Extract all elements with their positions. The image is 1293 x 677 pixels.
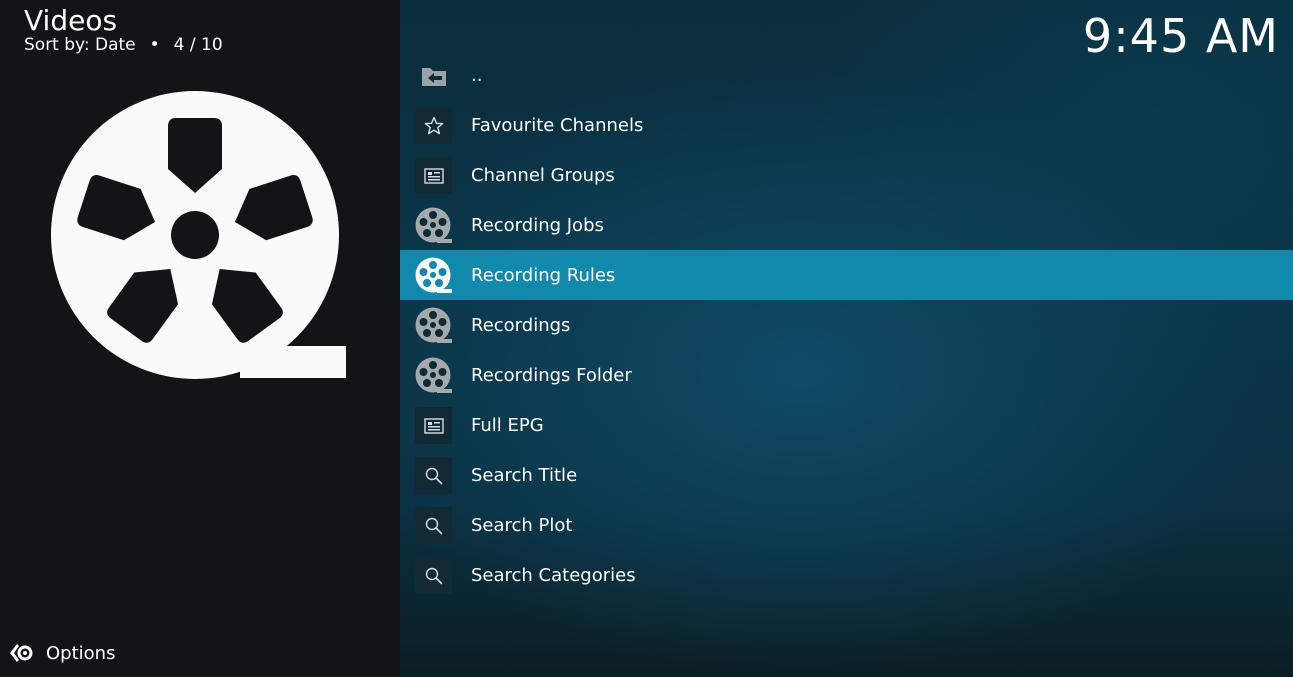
list-item-recordings[interactable]: Recordings xyxy=(400,300,1293,350)
kodi-screen: Videos Sort by: Date • 4 / 10 Options 9:… xyxy=(0,0,1293,677)
list-item-label: Full EPG xyxy=(471,414,544,436)
list-item-label: Recordings xyxy=(471,314,571,336)
media-list: .. Favourite Channels Channel Groups Rec… xyxy=(400,50,1293,600)
star-icon xyxy=(415,107,452,144)
separator-dot: • xyxy=(149,35,160,55)
epg-icon xyxy=(415,157,452,194)
options-gear-icon xyxy=(10,644,33,662)
item-position: 4 / 10 xyxy=(173,35,223,55)
list-item-recordings-folder[interactable]: Recordings Folder xyxy=(400,350,1293,400)
epg-icon xyxy=(415,407,452,444)
film-reel-icon xyxy=(415,357,452,394)
list-item-recording-jobs[interactable]: Recording Jobs xyxy=(400,200,1293,250)
list-item-search-categories[interactable]: Search Categories xyxy=(400,550,1293,600)
list-item-recording-rules[interactable]: Recording Rules xyxy=(400,250,1293,300)
film-reel-thumbnail-icon xyxy=(50,90,350,382)
list-item-label: Recordings Folder xyxy=(471,364,632,386)
list-item-label: Search Plot xyxy=(471,514,573,536)
right-panel: 9:45 AM .. Favourite Channels Channel Gr… xyxy=(400,0,1293,677)
list-item-search-plot[interactable]: Search Plot xyxy=(400,500,1293,550)
sort-info: Sort by: Date • 4 / 10 xyxy=(24,35,223,55)
list-item-label: Search Title xyxy=(471,464,578,486)
sort-label[interactable]: Sort by: Date xyxy=(24,35,136,55)
search-icon xyxy=(415,557,452,594)
list-item-favourite-channels[interactable]: Favourite Channels xyxy=(400,100,1293,150)
options-button[interactable]: Options xyxy=(8,640,115,666)
list-item-search-title[interactable]: Search Title xyxy=(400,450,1293,500)
list-item-label: .. xyxy=(471,64,483,86)
film-reel-icon xyxy=(415,257,452,294)
list-item-channel-groups[interactable]: Channel Groups xyxy=(400,150,1293,200)
list-item-full-epg[interactable]: Full EPG xyxy=(400,400,1293,450)
search-icon xyxy=(415,457,452,494)
list-item-parent-folder[interactable]: .. xyxy=(400,50,1293,100)
list-item-label: Recording Jobs xyxy=(471,214,604,236)
options-label: Options xyxy=(46,642,116,664)
list-item-label: Channel Groups xyxy=(471,164,615,186)
search-icon xyxy=(415,507,452,544)
folder-back-icon xyxy=(415,57,452,94)
page-title: Videos xyxy=(24,4,118,37)
left-panel: Videos Sort by: Date • 4 / 10 Options xyxy=(0,0,400,677)
film-reel-icon xyxy=(415,307,452,344)
list-item-label: Recording Rules xyxy=(471,264,616,286)
list-item-label: Search Categories xyxy=(471,564,636,586)
list-item-label: Favourite Channels xyxy=(471,114,644,136)
film-reel-icon xyxy=(415,207,452,244)
